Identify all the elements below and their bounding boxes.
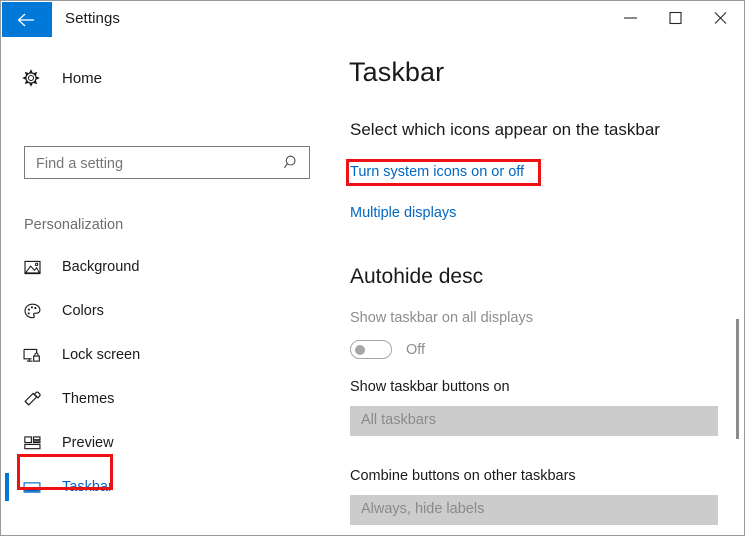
close-icon [714,12,727,24]
sidebar-group-label: Personalization [24,217,124,233]
dropdown-show-taskbar-buttons-value: All taskbars [361,412,436,428]
scrollbar-thumb[interactable] [736,319,739,439]
maximize-button[interactable] [653,2,698,33]
toggle-show-taskbar-all-displays[interactable]: Off [350,340,425,359]
lock-screen-icon [20,348,44,363]
sidebar-item-taskbar[interactable]: Taskbar [2,469,332,505]
dropdown-combine-buttons[interactable]: Always, hide labels [350,495,718,525]
search-icon[interactable] [283,154,301,172]
sidebar-item-colors-label: Colors [62,303,104,319]
sidebar-item-home-label: Home [62,69,103,87]
link-multiple-displays[interactable]: Multiple displays [350,205,456,221]
minimize-button[interactable] [608,2,653,33]
content-scrollbar[interactable] [732,38,744,535]
toggle-state-label: Off [406,341,426,358]
back-arrow-icon [17,13,34,27]
sidebar: Home Personalization Backgroun [2,38,332,535]
gear-icon [20,69,42,87]
sidebar-item-colors[interactable]: Colors [2,293,332,329]
selection-accent-bar [5,473,9,501]
paintbrush-icon [20,391,44,407]
settings-window: Settings Home Find a setting Personaliza… [0,0,745,536]
sidebar-item-themes[interactable]: Themes [2,381,332,417]
sidebar-item-background-label: Background [62,259,140,275]
sidebar-item-lock-screen[interactable]: Lock screen [2,337,332,373]
sidebar-item-preview-label: Preview [62,435,114,451]
window-title: Settings [65,10,120,27]
palette-icon [20,303,44,319]
link-turn-system-icons[interactable]: Turn system icons on or off [350,164,524,180]
back-button[interactable] [2,2,52,37]
page-title: Taskbar [349,57,445,87]
sidebar-item-background[interactable]: Background [2,249,332,285]
taskbar-icon [20,481,44,494]
toggle-caption-show-taskbar-all-displays: Show taskbar on all displays [350,310,533,326]
sidebar-item-preview[interactable]: Preview [2,425,332,461]
maximize-icon [669,11,682,25]
search-input[interactable] [34,147,278,180]
title-bar: Settings [1,1,744,38]
toggle-knob [355,345,365,355]
dropdown-show-taskbar-buttons[interactable]: All taskbars [350,406,718,436]
layout-grid-icon [20,436,44,450]
sidebar-item-themes-label: Themes [62,391,115,407]
field-label-combine-buttons: Combine buttons on other taskbars [350,468,576,484]
section-subhead-icons: Select which icons appear on the taskbar [350,120,660,139]
sidebar-item-lock-screen-label: Lock screen [62,347,141,363]
picture-icon [20,260,44,275]
search-box[interactable] [24,146,310,180]
sidebar-nav-list: Background Colors Lock screen Themes Pre… [2,249,332,513]
field-label-show-taskbar-buttons: Show taskbar buttons on [350,379,510,395]
sidebar-item-taskbar-label: Taskbar [62,479,113,495]
minimize-icon [624,17,637,19]
section-head-autohide: Autohide desc [350,265,484,288]
sidebar-item-home[interactable]: Home [20,65,102,91]
dropdown-combine-buttons-value: Always, hide labels [361,501,485,517]
close-button[interactable] [698,2,743,33]
toggle-switch[interactable] [350,340,392,359]
content-pane: Taskbar Select which icons appear on the… [332,38,744,535]
